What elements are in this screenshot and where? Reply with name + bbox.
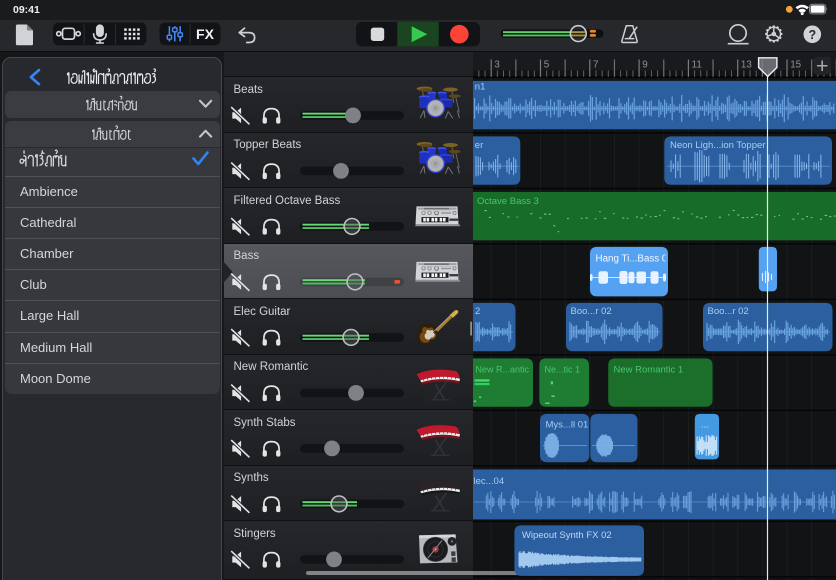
svg-text:New Romantic 1: New Romantic 1 xyxy=(614,364,684,375)
svg-text:...: ... xyxy=(701,419,709,430)
svg-text:Boo...r 02: Boo...r 02 xyxy=(571,306,612,317)
svg-text:13: 13 xyxy=(741,59,752,70)
svg-text:Octave Bass 3: Octave Bass 3 xyxy=(477,196,539,207)
svg-text:2: 2 xyxy=(475,306,480,317)
svg-text:15: 15 xyxy=(790,59,801,70)
svg-text:?: ? xyxy=(808,28,816,42)
svg-text:Ne...tic 1: Ne...tic 1 xyxy=(545,364,581,374)
svg-text:lec...04: lec...04 xyxy=(474,476,505,487)
svg-text:Mys...ll 01: Mys...ll 01 xyxy=(546,420,589,431)
svg-text:Hang Ti...Bass 02: Hang Ti...Bass 02 xyxy=(596,254,673,265)
svg-text:Neon Ligh...ion Topper: Neon Ligh...ion Topper xyxy=(670,140,765,151)
svg-text:5: 5 xyxy=(544,59,550,70)
svg-text:FX: FX xyxy=(196,26,215,42)
svg-text:n1: n1 xyxy=(475,82,486,93)
svg-text:11: 11 xyxy=(692,59,702,70)
svg-text:Wipeout Synth FX 02: Wipeout Synth FX 02 xyxy=(522,530,612,541)
svg-text:er: er xyxy=(475,140,483,151)
svg-text:New R...antic 1: New R...antic 1 xyxy=(476,364,537,374)
svg-text:9: 9 xyxy=(642,59,647,70)
svg-text:Boo...r 02: Boo...r 02 xyxy=(708,306,749,317)
svg-text:7: 7 xyxy=(593,59,598,70)
svg-text:3: 3 xyxy=(494,59,500,70)
